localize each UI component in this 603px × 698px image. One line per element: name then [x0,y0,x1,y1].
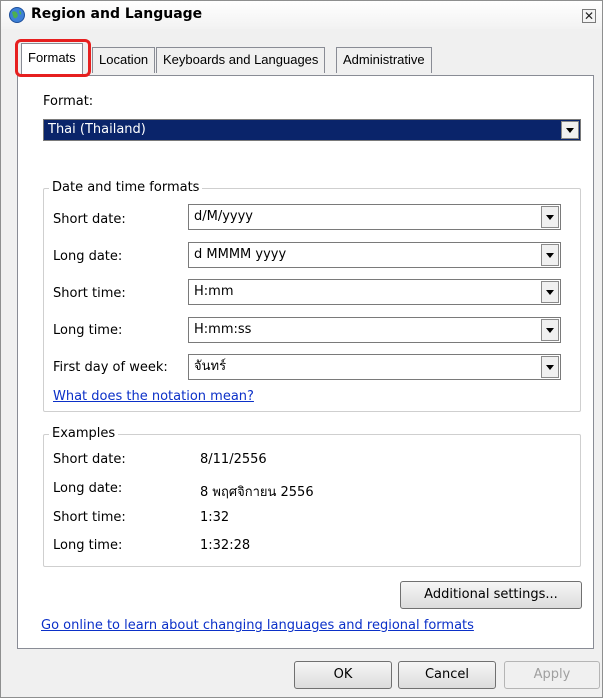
cancel-button[interactable]: Cancel [398,661,496,689]
online-help-link[interactable]: Go online to learn about changing langua… [41,618,474,633]
chevron-down-icon[interactable] [541,356,559,378]
tab-location[interactable]: Location [92,47,156,73]
chevron-down-icon[interactable] [541,244,559,266]
example-long-time-label: Long time: [53,538,123,553]
short-date-label: Short date: [53,212,126,227]
region-language-dialog: Region and Language ✕ Formats Location K… [0,0,603,698]
example-short-date-label: Short date: [53,452,126,467]
window-title: Region and Language [31,6,203,22]
chevron-down-icon[interactable] [561,121,579,139]
short-time-label: Short time: [53,286,126,301]
chevron-down-icon[interactable] [541,206,559,228]
tab-keyboards-and-languages[interactable]: Keyboards and Languages [156,47,326,73]
apply-button[interactable]: Apply [504,661,600,689]
example-short-time-label: Short time: [53,510,126,525]
long-date-label: Long date: [53,249,123,264]
first-day-of-week-value: จันทร์ [194,359,227,374]
long-date-value: d MMMM yyyy [194,247,287,262]
tab-administrative[interactable]: Administrative [336,47,432,73]
long-time-value: H:mm:ss [194,322,252,337]
format-value: Thai (Thailand) [48,122,146,137]
long-date-dropdown[interactable]: d MMMM yyyy [188,242,561,268]
format-label: Format: [43,94,94,109]
close-icon: ✕ [583,9,595,23]
short-date-dropdown[interactable]: d/M/yyyy [188,204,561,230]
examples-group-title: Examples [49,426,119,441]
first-day-of-week-label: First day of week: [53,360,168,375]
short-date-value: d/M/yyyy [194,209,254,224]
format-dropdown[interactable]: Thai (Thailand) [43,119,581,141]
long-time-label: Long time: [53,323,123,338]
tab-formats[interactable]: Formats [21,43,83,75]
example-short-date-value: 8/11/2556 [200,452,267,467]
notation-help-link[interactable]: What does the notation mean? [53,389,254,404]
short-time-dropdown[interactable]: H:mm [188,279,561,305]
title-bar: Region and Language ✕ [1,1,602,29]
example-long-date-label: Long date: [53,481,123,496]
example-long-date-value: 8 พฤศจิกายน 2556 [200,485,314,500]
date-time-group-title: Date and time formats [49,180,203,195]
ok-button[interactable]: OK [294,661,392,689]
chevron-down-icon[interactable] [541,281,559,303]
globe-icon [9,7,25,23]
chevron-down-icon[interactable] [541,319,559,341]
long-time-dropdown[interactable]: H:mm:ss [188,317,561,343]
first-day-of-week-dropdown[interactable]: จันทร์ [188,354,561,380]
example-long-time-value: 1:32:28 [200,538,251,553]
close-button[interactable]: ✕ [582,9,596,23]
example-short-time-value: 1:32 [200,510,230,525]
short-time-value: H:mm [194,284,234,299]
additional-settings-button[interactable]: Additional settings... [400,581,582,609]
